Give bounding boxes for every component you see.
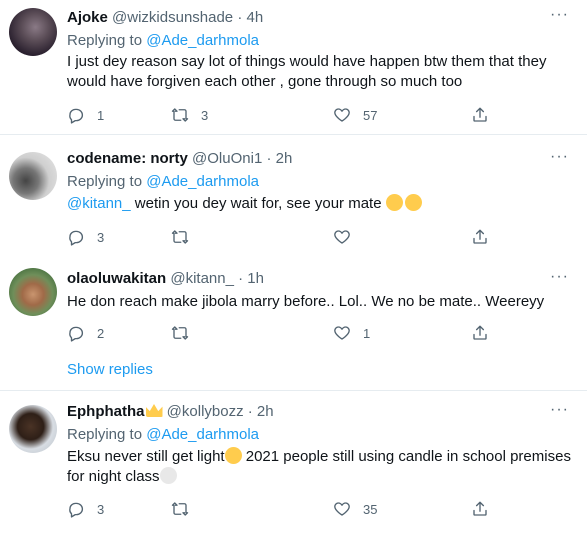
replying-to-link[interactable]: @Ade_darhmola bbox=[146, 32, 259, 49]
tears-of-joy-emoji-icon bbox=[404, 194, 422, 211]
avatar[interactable] bbox=[9, 8, 57, 56]
more-icon[interactable]: ··· bbox=[550, 268, 569, 286]
retweet-button[interactable] bbox=[171, 499, 201, 519]
share-icon bbox=[473, 229, 487, 244]
tweet-actions: 3 bbox=[67, 227, 507, 247]
tweet-text: He don reach make jibola marry before.. … bbox=[67, 293, 545, 310]
like-count: 1 bbox=[363, 325, 371, 341]
crown-emoji-icon bbox=[145, 404, 163, 417]
reply-button[interactable]: 2 bbox=[67, 323, 104, 343]
tweet-actions: 3 35 bbox=[67, 499, 507, 519]
tweet[interactable]: codename: norty @OluOni1 · 2h ··· Replyi… bbox=[0, 135, 587, 255]
reply-icon bbox=[69, 108, 84, 124]
reply-button[interactable]: 3 bbox=[67, 227, 104, 247]
more-icon[interactable]: ··· bbox=[550, 6, 569, 24]
reply-icon bbox=[69, 230, 84, 246]
tweet-header: Ajoke @wizkidsunshade · 4h bbox=[67, 9, 263, 26]
tweet-text-content: wetin you dey wait for, see your mate bbox=[130, 195, 386, 212]
like-button[interactable]: 57 bbox=[333, 105, 377, 125]
avatar[interactable] bbox=[9, 268, 57, 316]
display-name[interactable]: codename: norty bbox=[67, 150, 188, 167]
tweet-text-part1: Eksu never still get light bbox=[67, 448, 225, 465]
tweet-text: Eksu never still get light 2021 people s… bbox=[67, 447, 572, 487]
more-icon[interactable]: ··· bbox=[550, 401, 569, 419]
tweet-actions: 2 1 bbox=[67, 323, 507, 343]
share-button[interactable] bbox=[471, 499, 489, 519]
like-count: 35 bbox=[363, 501, 378, 517]
heart-icon bbox=[334, 326, 350, 340]
replying-to: Replying to @Ade_darhmola bbox=[67, 173, 259, 190]
like-count: 57 bbox=[363, 107, 378, 123]
replying-to-link[interactable]: @Ade_darhmola bbox=[146, 173, 259, 190]
retweet-icon bbox=[171, 230, 189, 244]
handle-and-time[interactable]: @kollybozz · 2h bbox=[167, 403, 274, 420]
retweet-button[interactable]: 3 bbox=[171, 105, 208, 125]
like-button[interactable]: 35 bbox=[333, 499, 377, 519]
tweet-header: olaoluwakitan @kitann_ · 1h bbox=[67, 270, 264, 287]
tweet-header: Ephphatha @kollybozz · 2h bbox=[67, 403, 274, 420]
tweet-text: I just dey reason say lot of things woul… bbox=[67, 53, 547, 90]
retweet-count: 3 bbox=[201, 107, 209, 123]
replying-to-link[interactable]: @Ade_darhmola bbox=[146, 426, 259, 443]
tweet-text: @kitann_ wetin you dey wait for, see you… bbox=[67, 194, 572, 214]
share-icon bbox=[473, 107, 487, 122]
retweet-icon bbox=[171, 326, 189, 340]
mention-link[interactable]: @kitann_ bbox=[67, 195, 131, 212]
handle-and-time[interactable]: @wizkidsunshade · 4h bbox=[112, 9, 263, 26]
retweet-button[interactable] bbox=[171, 323, 201, 343]
avatar[interactable] bbox=[9, 405, 57, 453]
reply-count: 2 bbox=[97, 325, 105, 341]
display-name[interactable]: Ephphatha bbox=[67, 403, 145, 420]
retweet-button[interactable] bbox=[171, 227, 201, 247]
show-replies-link[interactable]: Show replies bbox=[67, 361, 153, 378]
laughing-sweat-emoji-icon bbox=[385, 194, 403, 211]
like-button[interactable] bbox=[333, 227, 363, 247]
handle-and-time[interactable]: @kitann_ · 1h bbox=[170, 270, 264, 287]
crying-emoji-icon bbox=[224, 447, 242, 464]
tweet[interactable]: Ajoke @wizkidsunshade · 4h ··· Replying … bbox=[0, 0, 587, 134]
display-name[interactable]: olaoluwakitan bbox=[67, 270, 166, 287]
retweet-icon bbox=[171, 502, 189, 516]
reply-count: 3 bbox=[97, 229, 105, 245]
replying-prefix: Replying to bbox=[67, 173, 147, 190]
like-button[interactable]: 1 bbox=[333, 323, 370, 343]
display-name[interactable]: Ajoke bbox=[67, 9, 108, 26]
reply-count: 3 bbox=[97, 501, 105, 517]
share-button[interactable] bbox=[471, 323, 489, 343]
share-button[interactable] bbox=[471, 227, 489, 247]
handle-and-time[interactable]: @OluOni1 · 2h bbox=[192, 150, 292, 167]
tweet[interactable]: Ephphatha @kollybozz · 2h ··· Replying t… bbox=[0, 391, 587, 539]
reply-button[interactable]: 1 bbox=[67, 105, 104, 125]
reply-button[interactable]: 3 bbox=[67, 499, 104, 519]
heart-icon bbox=[334, 108, 350, 122]
replying-prefix: Replying to bbox=[67, 426, 147, 443]
replying-prefix: Replying to bbox=[67, 32, 147, 49]
share-button[interactable] bbox=[471, 105, 489, 125]
tweet-actions: 1 3 57 bbox=[67, 105, 507, 125]
tweet[interactable]: olaoluwakitan @kitann_ · 1h ··· He don r… bbox=[0, 255, 587, 390]
retweet-icon bbox=[171, 108, 189, 122]
reply-count: 1 bbox=[97, 107, 105, 123]
avatar[interactable] bbox=[9, 152, 57, 200]
share-icon bbox=[473, 501, 487, 516]
replying-to: Replying to @Ade_darhmola bbox=[67, 426, 259, 443]
skull-emoji-icon bbox=[159, 467, 177, 484]
heart-icon bbox=[334, 502, 350, 516]
reply-icon bbox=[69, 502, 84, 518]
heart-icon bbox=[334, 230, 350, 244]
replying-to: Replying to @Ade_darhmola bbox=[67, 32, 259, 49]
share-icon bbox=[473, 325, 487, 340]
more-icon[interactable]: ··· bbox=[550, 148, 569, 166]
reply-icon bbox=[69, 326, 84, 342]
tweet-header: codename: norty @OluOni1 · 2h bbox=[67, 150, 292, 167]
